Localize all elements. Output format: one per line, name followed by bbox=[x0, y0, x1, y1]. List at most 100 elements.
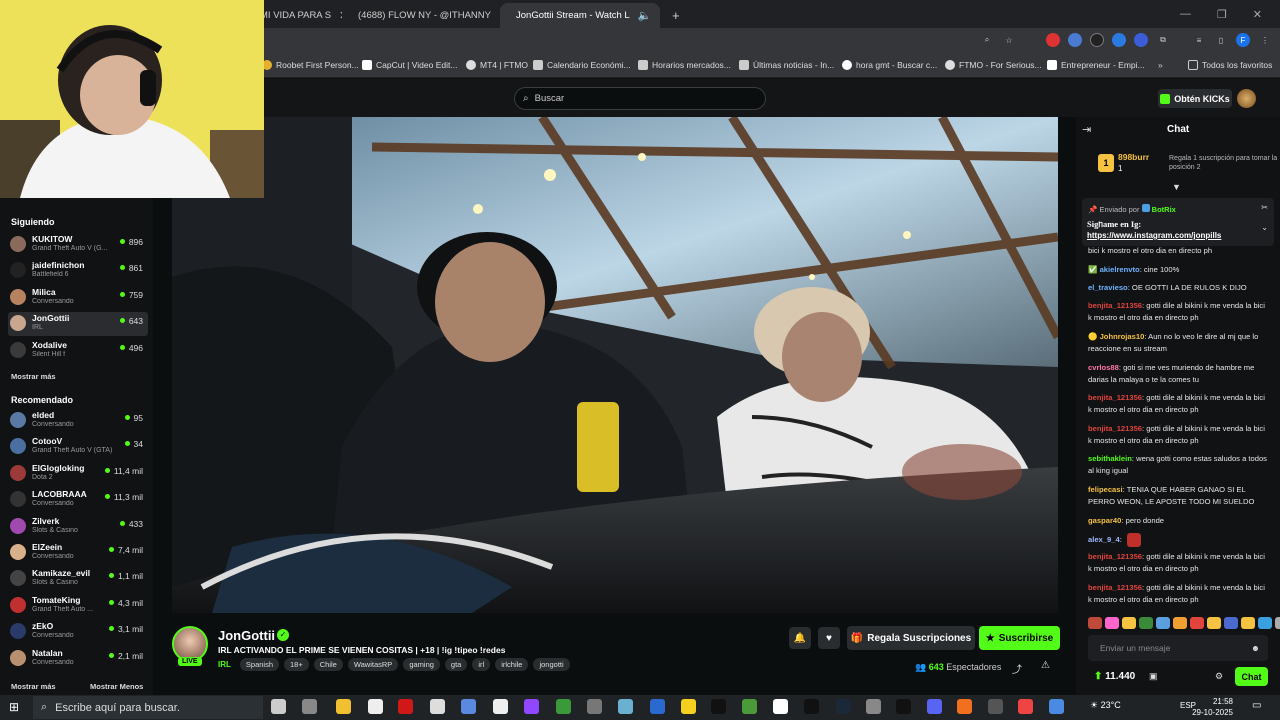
tiktok-icon[interactable] bbox=[711, 699, 726, 714]
chat-username[interactable]: cvrlos88 bbox=[1088, 363, 1119, 372]
emote-icon[interactable] bbox=[1173, 617, 1187, 629]
subscribe-button[interactable]: ★ Suscribirse bbox=[979, 626, 1060, 650]
emote-icon[interactable] bbox=[1190, 617, 1204, 629]
channel-item[interactable]: jaidefinichon Battlefield 6 861 bbox=[8, 259, 148, 283]
weather[interactable]: ☀ 23°C bbox=[1090, 700, 1121, 711]
media-icon[interactable]: ≡ bbox=[1192, 33, 1206, 47]
chat-input[interactable]: Enviar un mensaje ☻ bbox=[1088, 635, 1268, 661]
chat-username[interactable]: akielrenvto bbox=[1100, 265, 1140, 274]
bookmark[interactable]: Roobet First Person... bbox=[262, 60, 359, 70]
notification-bell-button[interactable]: 🔔 bbox=[789, 627, 811, 649]
opera-icon[interactable] bbox=[398, 699, 413, 714]
steam-icon[interactable] bbox=[836, 699, 851, 714]
stream-tag[interactable]: WawitasRP bbox=[347, 658, 399, 671]
expand-leaderboard-icon[interactable]: ▼ bbox=[1172, 182, 1181, 192]
chat-username[interactable]: benjita_121356 bbox=[1088, 393, 1142, 402]
user-avatar[interactable] bbox=[1237, 89, 1256, 108]
bookmark[interactable]: CapCut | Video Edit... bbox=[362, 60, 457, 70]
bookmark[interactable]: FTMO - For Serious... bbox=[945, 60, 1042, 70]
emoji-icon[interactable]: ☻ bbox=[1251, 643, 1260, 653]
emote-icon[interactable] bbox=[1224, 617, 1238, 629]
emote-icon[interactable] bbox=[1122, 617, 1136, 629]
document-icon[interactable] bbox=[368, 699, 383, 714]
restore-icon[interactable]: ❐ bbox=[1217, 8, 1227, 21]
chat-username[interactable]: benjita_121356 bbox=[1088, 424, 1142, 433]
extension-icon[interactable] bbox=[1112, 33, 1126, 47]
copilot-icon[interactable] bbox=[461, 699, 476, 714]
channel-item[interactable]: ElZeein Conversando 7,4 mil bbox=[8, 541, 148, 565]
chat-username[interactable]: Johnrojas10 bbox=[1100, 332, 1145, 341]
capcut-icon[interactable] bbox=[773, 699, 788, 714]
search-input[interactable]: ⌕ Buscar bbox=[514, 87, 766, 110]
twitch-icon[interactable] bbox=[524, 699, 539, 714]
windows-start-icon[interactable]: ⊞ bbox=[9, 700, 19, 714]
extension-icon[interactable] bbox=[1090, 33, 1104, 47]
stream-tag[interactable]: gta bbox=[444, 658, 468, 671]
task-view-icon[interactable] bbox=[271, 699, 286, 714]
more-vert-icon[interactable]: ⋮ bbox=[1258, 33, 1272, 47]
share-icon[interactable]: ⤴ bbox=[1012, 661, 1022, 676]
follow-heart-button[interactable]: ♥ bbox=[818, 627, 840, 649]
bag-icon[interactable]: ▣ bbox=[1149, 671, 1158, 682]
collapse-chat-icon[interactable]: ⇥ bbox=[1082, 123, 1091, 136]
channel-points[interactable]: ⬆ 11.440 bbox=[1094, 671, 1135, 682]
bookmark[interactable]: Calendario Económi... bbox=[533, 60, 631, 70]
zoom-icon[interactable]: ⌕ bbox=[980, 33, 994, 47]
stream-tag[interactable]: gaming bbox=[403, 658, 440, 671]
report-icon[interactable]: ⚠ bbox=[1041, 660, 1050, 671]
bookmarks-overflow-icon[interactable]: » bbox=[1158, 60, 1163, 70]
channel-item[interactable]: TomateKing Grand Theft Auto ... 4,3 mil bbox=[8, 594, 148, 618]
emote-icon[interactable] bbox=[1275, 617, 1280, 629]
emote-icon[interactable] bbox=[1207, 617, 1221, 629]
channel-item[interactable]: Zilverk Slots & Casino 433 bbox=[8, 515, 148, 539]
minimize-icon[interactable]: — bbox=[1180, 8, 1191, 20]
category-link[interactable]: IRL bbox=[218, 660, 231, 669]
stream-tag[interactable]: jongotti bbox=[533, 658, 570, 671]
emote-icon[interactable] bbox=[1156, 617, 1170, 629]
channel-item[interactable]: Milica Conversando 759 bbox=[8, 286, 148, 310]
emote-icon[interactable] bbox=[1105, 617, 1119, 629]
channel-item[interactable]: Xodalive Silent Hill f 496 bbox=[8, 339, 148, 363]
channel-item[interactable]: Natalan Conversando 2,1 mil bbox=[8, 647, 148, 671]
chat-username[interactable]: sebithaklein bbox=[1088, 454, 1132, 463]
tiktok-icon[interactable] bbox=[896, 699, 911, 714]
sticky-notes-icon[interactable] bbox=[681, 699, 696, 714]
chat-username[interactable]: el_travieso bbox=[1088, 283, 1128, 292]
bookmark-folder[interactable]: Todos los favoritos bbox=[1188, 60, 1272, 70]
stream-tag[interactable]: 18+ bbox=[284, 658, 309, 671]
channel-item[interactable]: Kamikaze_evil Slots & Casino 1,1 mil bbox=[8, 567, 148, 591]
bookmark[interactable]: hora gmt - Buscar c... bbox=[842, 60, 937, 70]
streamer-name[interactable]: JonGottii bbox=[218, 628, 275, 643]
get-kicks-button[interactable]: Obtén KICKs bbox=[1158, 89, 1232, 108]
app-icon[interactable] bbox=[957, 699, 972, 714]
leader-name[interactable]: 898burr bbox=[1118, 152, 1149, 162]
channel-item[interactable]: elded Conversando 95 bbox=[8, 409, 148, 433]
chat-username[interactable]: benjita_121356 bbox=[1088, 301, 1142, 310]
bookmark[interactable]: Últimas noticias - In... bbox=[739, 60, 834, 70]
stream-tag[interactable]: Spanish bbox=[239, 658, 279, 671]
chat-username[interactable]: benjita_121356 bbox=[1088, 583, 1142, 592]
channel-item[interactable]: JonGottii IRL 643 bbox=[8, 312, 148, 337]
show-more-following[interactable]: Mostrar más bbox=[11, 372, 56, 381]
show-less-button[interactable]: Mostrar Menos bbox=[90, 682, 143, 691]
gift-subs-button[interactable]: 🎁 Regala Suscripciones bbox=[847, 626, 975, 650]
video-player[interactable] bbox=[172, 117, 1058, 613]
clock[interactable]: 21:58 29-10-2025 bbox=[1192, 696, 1233, 718]
bookmark[interactable]: Horarios mercados... bbox=[638, 60, 731, 70]
app-icon[interactable] bbox=[618, 699, 633, 714]
obs-icon[interactable] bbox=[1018, 699, 1033, 714]
bookmark[interactable]: Entrepreneur - Empi... bbox=[1047, 60, 1145, 70]
browser-tab-active[interactable]: JonGottii Stream - Watch L 🔈 ✕ bbox=[500, 3, 660, 28]
chat-username[interactable]: benjita_121356 bbox=[1088, 552, 1142, 561]
mute-icon[interactable]: 🔈 bbox=[638, 9, 652, 22]
settings-icon[interactable]: ⚙ bbox=[1215, 671, 1223, 682]
app-icon[interactable] bbox=[587, 699, 602, 714]
chat-username[interactable]: gaspar40 bbox=[1088, 516, 1121, 525]
drive-icon[interactable] bbox=[556, 699, 571, 714]
chrome-icon[interactable] bbox=[1049, 699, 1064, 714]
emote-icon[interactable] bbox=[1088, 617, 1102, 629]
profile-avatar[interactable]: F bbox=[1236, 33, 1250, 47]
document-icon[interactable] bbox=[493, 699, 508, 714]
file-explorer-icon[interactable] bbox=[336, 699, 351, 714]
translate-icon[interactable] bbox=[1068, 33, 1082, 47]
